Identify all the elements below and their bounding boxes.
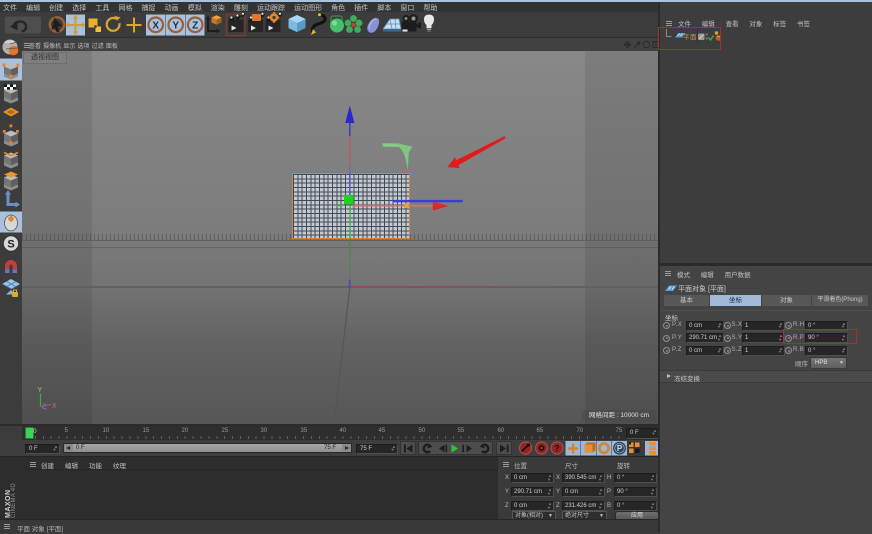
- svg-text:Y: Y: [38, 387, 43, 394]
- svg-text:Z: Z: [192, 21, 198, 32]
- svg-text:X: X: [52, 403, 57, 410]
- svg-text:X: X: [152, 21, 159, 32]
- svg-text:P: P: [617, 444, 623, 453]
- svg-text:?: ?: [555, 444, 560, 453]
- svg-text:Y: Y: [172, 21, 179, 32]
- svg-text:S: S: [7, 239, 14, 251]
- svg-text:Z: Z: [42, 404, 47, 411]
